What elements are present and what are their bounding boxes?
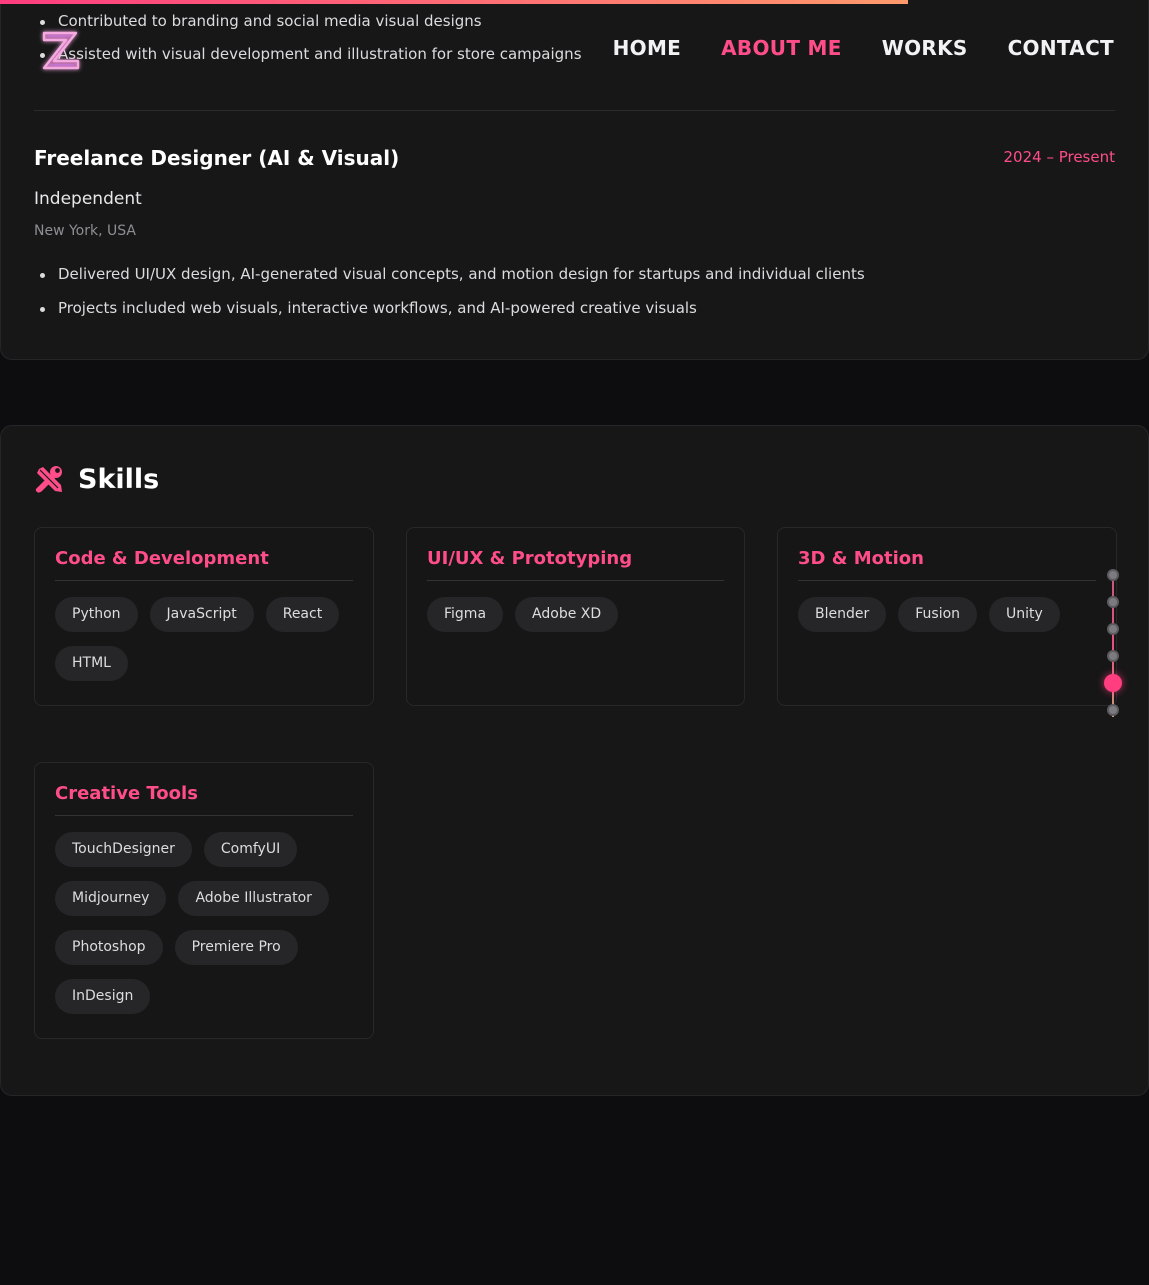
skill-group-3d-motion: 3D & Motion Blender Fusion Unity xyxy=(777,527,1117,706)
skill-tag: Unity xyxy=(989,597,1060,632)
job-location: New York, USA xyxy=(34,223,136,239)
skill-tag: TouchDesigner xyxy=(55,832,192,867)
section-dot-1[interactable] xyxy=(1107,569,1119,581)
job-bullets: Delivered UI/UX design, AI-generated vis… xyxy=(34,264,865,318)
skill-group-title: 3D & Motion xyxy=(798,548,1096,581)
tools-icon xyxy=(35,465,62,493)
skill-tag: ComfyUI xyxy=(203,832,298,867)
bullet-item: Delivered UI/UX design, AI-generated vis… xyxy=(34,264,865,284)
nav-contact[interactable]: CONTACT xyxy=(1008,36,1114,60)
section-dot-2[interactable] xyxy=(1107,596,1119,608)
skill-tag: React xyxy=(265,597,340,632)
bullet-item: Contributed to branding and social media… xyxy=(34,11,582,31)
skill-tag: Figma xyxy=(427,597,504,632)
skill-tag: Blender xyxy=(798,597,887,632)
previous-job-bullets: Contributed to branding and social media… xyxy=(34,11,582,64)
skill-tag: Photoshop xyxy=(55,930,163,965)
bullet-item: Projects included web visuals, interacti… xyxy=(34,298,865,318)
bullet-item: Assisted with visual development and ill… xyxy=(34,44,582,64)
skills-header: Skills xyxy=(34,464,159,495)
skill-tags: Python JavaScript React HTML xyxy=(55,597,353,681)
site-logo[interactable] xyxy=(38,26,84,74)
skill-group-title: UI/UX & Prototyping xyxy=(427,548,724,581)
section-dot-6[interactable] xyxy=(1107,704,1119,716)
section-dot-5-active[interactable] xyxy=(1104,674,1122,692)
skill-tag: Python xyxy=(55,597,138,632)
skill-group-code: Code & Development Python JavaScript Rea… xyxy=(34,527,374,706)
skill-tag: Adobe Illustrator xyxy=(178,881,329,916)
skills-section: Skills Code & Development Python JavaScr… xyxy=(0,425,1149,1096)
skill-group-title: Creative Tools xyxy=(55,783,353,816)
nav-about-me[interactable]: ABOUT ME xyxy=(721,36,842,60)
skill-tags: Blender Fusion Unity xyxy=(798,597,1096,632)
skill-tags: TouchDesigner ComfyUI Midjourney Adobe I… xyxy=(55,832,353,1014)
main-nav: HOME ABOUT ME WORKS CONTACT xyxy=(613,36,1114,60)
skill-tag: Midjourney xyxy=(55,881,167,916)
nav-home[interactable]: HOME xyxy=(613,36,682,60)
skill-tag: InDesign xyxy=(55,979,151,1014)
section-dot-3[interactable] xyxy=(1107,623,1119,635)
section-dot-4[interactable] xyxy=(1107,650,1119,662)
skill-tag: Premiere Pro xyxy=(174,930,298,965)
scroll-progress-bar xyxy=(0,0,908,4)
job-date: 2024 – Present xyxy=(1003,148,1116,166)
job-company: Independent xyxy=(34,189,142,209)
skill-group-title: Code & Development xyxy=(55,548,353,581)
z-logo-icon xyxy=(42,31,80,70)
divider xyxy=(34,110,1115,111)
skill-group-creative-tools: Creative Tools TouchDesigner ComfyUI Mid… xyxy=(34,762,374,1039)
skill-tag: JavaScript xyxy=(149,597,254,632)
skill-tag: HTML xyxy=(55,646,128,681)
skill-tag: Fusion xyxy=(898,597,978,632)
job-title: Freelance Designer (AI & Visual) xyxy=(34,146,400,170)
skill-tags: Figma Adobe XD xyxy=(427,597,724,632)
skill-group-uiux: UI/UX & Prototyping Figma Adobe XD xyxy=(406,527,745,706)
section-dot-nav xyxy=(1104,569,1122,719)
about-page: Contributed to branding and social media… xyxy=(0,0,1149,1285)
skill-tag: Adobe XD xyxy=(515,597,619,632)
skills-title: Skills xyxy=(78,464,160,495)
nav-works[interactable]: WORKS xyxy=(882,36,968,60)
